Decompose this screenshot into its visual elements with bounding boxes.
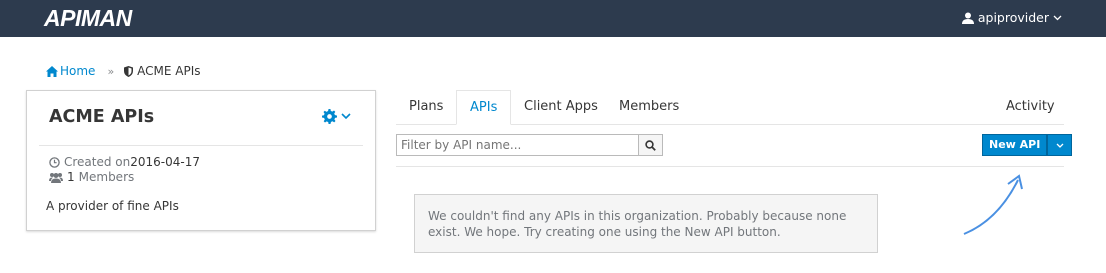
filter-input[interactable] bbox=[396, 134, 639, 156]
user-menu[interactable]: apiprovider bbox=[961, 10, 1062, 25]
tab-activity[interactable]: Activity bbox=[993, 90, 1068, 124]
org-tabs: Plans APIs Client Apps Members Activity bbox=[396, 90, 1064, 125]
apiman-logo[interactable]: APIMAN bbox=[44, 4, 132, 32]
top-navbar: APIMAN apiprovider bbox=[0, 0, 1106, 37]
home-icon bbox=[46, 65, 58, 77]
user-icon bbox=[961, 12, 974, 24]
breadcrumb-home[interactable]: Home bbox=[46, 64, 95, 78]
tab-client-apps[interactable]: Client Apps bbox=[511, 90, 611, 124]
tab-members[interactable]: Members bbox=[606, 90, 692, 124]
members-link[interactable]: Members bbox=[79, 170, 135, 185]
arrow-icon bbox=[963, 174, 1023, 235]
tab-plans[interactable]: Plans bbox=[396, 90, 456, 124]
search-button[interactable] bbox=[638, 134, 663, 156]
breadcrumb-home-label: Home bbox=[60, 64, 96, 78]
chevron-down-icon bbox=[1056, 143, 1064, 148]
breadcrumb: Home » ACME APIs bbox=[46, 64, 201, 78]
created-date: 2016-04-17 bbox=[130, 155, 201, 169]
org-title: ACME APIs bbox=[49, 107, 155, 127]
username: apiprovider bbox=[977, 10, 1049, 25]
org-card: ACME APIs Created on 2016-04-17 1 Member… bbox=[26, 90, 376, 231]
breadcrumb-current: ACME APIs bbox=[124, 64, 201, 78]
org-meta: Created on 2016-04-17 1 Members bbox=[49, 155, 200, 185]
breadcrumb-separator: » bbox=[107, 64, 115, 78]
tab-apis[interactable]: APIs bbox=[456, 90, 512, 125]
empty-state-message: We couldn't find any APIs in this organi… bbox=[414, 194, 878, 253]
member-count: 1 bbox=[67, 170, 75, 184]
search-icon bbox=[645, 139, 656, 151]
members-row: 1 Members bbox=[49, 170, 200, 185]
created-label: Created on bbox=[64, 155, 131, 169]
new-api-button-group: New API bbox=[982, 134, 1073, 156]
chevron-down-icon bbox=[1053, 15, 1062, 20]
new-api-dropdown-toggle[interactable] bbox=[1047, 134, 1073, 156]
content-divider bbox=[396, 166, 1064, 167]
new-api-button[interactable]: New API bbox=[982, 134, 1048, 156]
card-divider bbox=[39, 145, 363, 146]
org-actions-menu[interactable] bbox=[322, 109, 351, 124]
org-description: A provider of fine APIs bbox=[46, 199, 179, 213]
chevron-down-icon bbox=[341, 113, 351, 120]
users-icon bbox=[49, 173, 63, 183]
gear-icon bbox=[322, 109, 337, 124]
clock-icon bbox=[49, 157, 60, 168]
created-row: Created on 2016-04-17 bbox=[49, 155, 200, 170]
breadcrumb-current-label: ACME APIs bbox=[137, 64, 201, 78]
shield-icon bbox=[124, 65, 134, 77]
